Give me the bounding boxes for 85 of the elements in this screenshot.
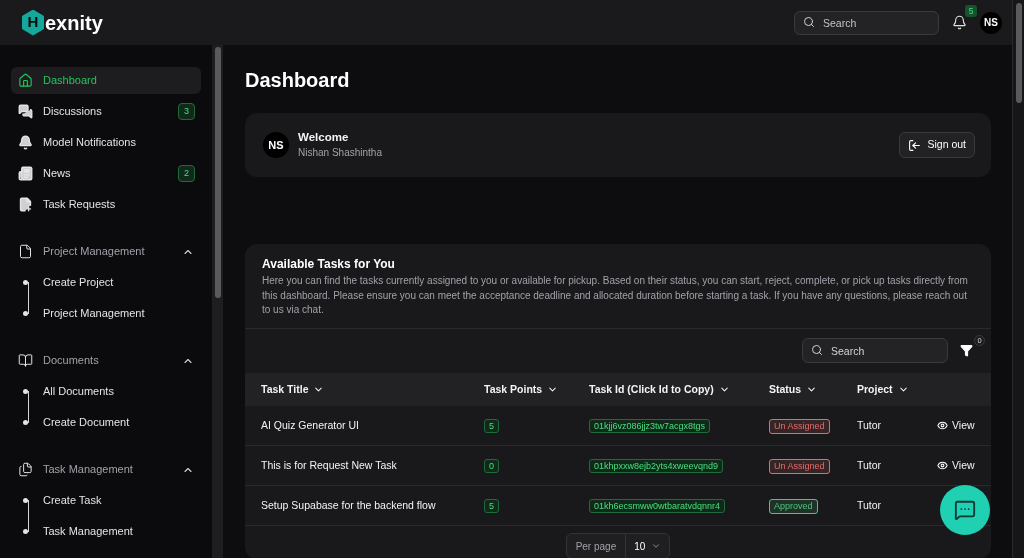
- search-field[interactable]: Search: [802, 338, 948, 363]
- chat-bubble-icon: [954, 499, 976, 521]
- logo-text: exnity: [45, 10, 103, 36]
- chevron-down-icon: [547, 384, 559, 395]
- points-badge: 5: [484, 418, 499, 433]
- notification-count: 5: [965, 4, 977, 17]
- project-name: Tutor: [857, 457, 883, 473]
- bullet-icon: [23, 529, 28, 534]
- chevron-down-icon: [313, 384, 325, 395]
- column-header[interactable]: Status: [769, 381, 857, 398]
- sidebar-subitem[interactable]: Create Project: [11, 269, 201, 296]
- column-header[interactable]: Task Title: [261, 381, 484, 398]
- file-icon: [18, 244, 33, 259]
- bullet-icon: [23, 280, 28, 285]
- bell-icon: [18, 135, 33, 150]
- points-badge: 5: [484, 498, 499, 513]
- sign-out-button[interactable]: Sign out: [899, 132, 975, 158]
- per-page-label: Per page: [566, 534, 627, 558]
- funnel-icon: [960, 343, 973, 357]
- logo-mark: H: [22, 9, 44, 36]
- task-title: This is for Request New Task: [261, 457, 398, 473]
- card-description: Here you can find the tasks currently assigned to you or available for pickup. Based on their status, you can start, reject, complete, or pick up tasks directly from this dashboard. Please ensure you can meet the acceptance deadline and allocated duration before starting a task. If you have any questions, please reach out to us via chat.: [262, 274, 969, 317]
- per-page-select[interactable]: 10: [626, 534, 670, 558]
- eye-icon: [937, 420, 948, 431]
- sidebar-group[interactable]: Task Management: [11, 456, 201, 483]
- column-header[interactable]: Task Points: [484, 381, 589, 398]
- column-header[interactable]: Project: [857, 381, 937, 398]
- sidebar-subitem[interactable]: Task Management: [11, 518, 201, 545]
- task-title: AI Quiz Generator UI: [261, 417, 361, 433]
- search-icon: [811, 343, 823, 356]
- chevron-down-icon: [651, 541, 662, 551]
- points-badge: 0: [484, 458, 499, 473]
- notifications-button[interactable]: [951, 14, 967, 31]
- door-arrow-icon: [908, 138, 922, 152]
- task-id[interactable]: 01kjj6vz086jjz3tw7acgx8tgs: [589, 418, 711, 433]
- sidebar-item[interactable]: News 2: [11, 160, 201, 187]
- user-avatar: NS: [263, 132, 289, 158]
- column-header[interactable]: Task Id (Click Id to Copy): [589, 381, 769, 398]
- chevron-down-icon: [806, 384, 818, 395]
- card-title: Available Tasks for You: [262, 256, 396, 272]
- bullet-icon: [23, 389, 28, 394]
- status-badge: Approved: [769, 498, 818, 514]
- scrollbar-thumb[interactable]: [1015, 3, 1022, 103]
- sidebar-item[interactable]: Model Notifications: [11, 129, 201, 156]
- eye-icon: [937, 460, 948, 471]
- bullet-icon: [23, 498, 28, 503]
- project-name: Tutor: [857, 497, 883, 513]
- count-badge: 3: [178, 103, 195, 120]
- sidebar-subitem[interactable]: Project Management: [11, 300, 201, 327]
- filter-button[interactable]: [960, 343, 973, 357]
- project-name: Tutor: [857, 417, 883, 433]
- sidebar-item[interactable]: Task Requests: [11, 191, 201, 218]
- chevron-down-icon: [718, 384, 730, 395]
- sidebar-group[interactable]: Project Management: [11, 238, 201, 265]
- status-badge: Un Assigned: [769, 418, 830, 434]
- sidebar-item[interactable]: Discussions 3: [11, 98, 201, 125]
- bullet-icon: [23, 311, 28, 316]
- newspaper-icon: [18, 166, 33, 181]
- sidebar-subitem[interactable]: Create Document: [11, 409, 201, 436]
- scrollbar-thumb[interactable]: [214, 47, 221, 298]
- search-icon: [803, 16, 815, 28]
- task-title: Setup Supabase for the backend flow: [261, 497, 437, 513]
- file-plus-icon: [18, 197, 33, 212]
- user-avatar[interactable]: NS: [980, 11, 1002, 34]
- files-icon: [18, 462, 33, 477]
- count-badge: 2: [178, 165, 195, 182]
- house-icon: [18, 73, 33, 88]
- bell-icon: [951, 15, 967, 30]
- user-name: Nishan Shashintha: [298, 146, 382, 160]
- bullet-icon: [23, 420, 28, 425]
- view-button[interactable]: View: [937, 417, 975, 434]
- chat-bubbles-icon: [18, 104, 33, 119]
- search-field[interactable]: Search: [794, 11, 939, 35]
- chevron-down-icon: [897, 384, 909, 395]
- task-id[interactable]: 01khpxxw8ejb2yts4xweevqnd9: [589, 458, 724, 473]
- status-badge: Un Assigned: [769, 458, 830, 474]
- view-button[interactable]: View: [937, 457, 975, 474]
- page-title: Dashboard: [245, 68, 351, 92]
- welcome-heading: Welcome: [298, 130, 350, 145]
- sidebar-group[interactable]: Documents: [11, 347, 201, 374]
- sidebar-subitem[interactable]: Create Task: [11, 487, 201, 514]
- sidebar-subitem[interactable]: All Documents: [11, 378, 201, 405]
- sidebar-item[interactable]: Dashboard: [11, 67, 201, 94]
- task-id[interactable]: 01kh6ecsmww0wtbaratvdqnnr4: [589, 498, 726, 513]
- open-book-icon: [18, 353, 33, 368]
